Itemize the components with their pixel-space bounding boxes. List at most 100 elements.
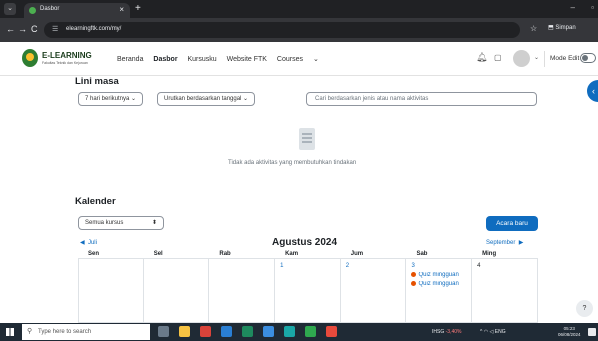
minimize-icon[interactable]: – [570,3,574,12]
timeline-sort-dropdown[interactable]: Urutkan berdasarkan tanggal ⌄ [157,92,256,106]
calendar-event[interactable]: Quiz mingguan [411,281,466,287]
file-explorer-icon[interactable] [178,326,190,337]
timeline-search-input[interactable]: Cari berdasarkan jenis atau nama aktivit… [306,92,537,106]
prev-month-link[interactable]: ◀ Juli [80,239,97,246]
site-info-icon[interactable]: ☰ [52,25,58,33]
calendar-event[interactable]: Quiz mingguan [411,272,466,278]
day-number[interactable]: 2 [346,263,349,269]
calendar-course-select[interactable]: Semua kursus ⬍ [78,216,164,230]
network-icon[interactable]: ◠ [484,329,488,335]
store-icon[interactable] [220,326,232,337]
sort-label: Urutkan berdasarkan tanggal [164,96,242,102]
notification-bell-icon[interactable]: 🔔︎ [476,52,487,63]
quiz-icon [411,272,417,277]
volume-icon[interactable]: ◁ [490,329,494,335]
calendar-day-cell [209,259,276,323]
calendar-week-row: 1 2 3 Quiz mingguan Quiz mingguan 4 [78,259,538,323]
quiz-icon [411,281,417,287]
taskbar-apps [158,326,345,337]
brand-subtitle: Fakultas Teknik dan Kejuruan [42,61,88,65]
user-avatar[interactable] [513,50,530,67]
messages-icon[interactable]: ▢ [494,53,502,62]
new-event-button[interactable]: Acara baru [486,216,538,231]
browser-tabbar: ⌄ Dasbor × + – ▫ [0,0,598,18]
system-clock[interactable]: 05:23 06/08/2024 [558,326,581,338]
navbar-divider [544,51,545,67]
calendar-day-cell[interactable]: 3 Quiz mingguan Quiz mingguan [406,259,473,323]
task-view-icon[interactable] [158,326,169,337]
calendar-day-cell[interactable]: 1 [275,259,341,323]
bookmark-star-icon[interactable]: ☆ [530,24,537,33]
calendar-grid: Sen Sel Rab Kam Jum Sab Ming 1 2 3 Quiz … [78,249,538,323]
os-taskbar: ⚲ Type here to search IHSG -3,40% ^ ◠ ◁ … [0,323,598,341]
saved-profile-button[interactable]: ⬒ Simpan [548,24,576,31]
weekday-sun: Ming [482,251,497,257]
browser-tab[interactable]: Dasbor × [24,3,130,18]
chrome-icon[interactable] [304,326,316,337]
forward-icon[interactable]: → [18,24,27,34]
primary-navigation: Beranda Dasbor Kursusku Website FTK Cour… [117,55,327,63]
nav-website[interactable]: Website FTK [227,56,267,63]
event-title: Quiz mingguan [418,272,459,279]
excel-icon[interactable] [241,326,253,337]
day-number[interactable]: 3 [411,263,414,269]
calendar-heading: Kalender [75,196,116,207]
window-controls: – ▫ [556,3,594,12]
mail-icon[interactable] [262,326,274,337]
select-caret-icon: ⬍ [151,220,157,226]
calendar-day-cell[interactable]: 2 [340,259,407,323]
user-menu-caret-icon[interactable]: ⌄ [534,54,539,61]
stock-widget[interactable]: IHSG -3,40% [432,329,461,335]
next-month-link[interactable]: September ▶ [486,239,523,246]
help-icon[interactable]: ? [576,300,593,317]
language-indicator[interactable]: ENG [495,329,506,335]
nav-dashboard[interactable]: Dasbor [153,56,177,63]
address-bar[interactable]: ☰ elearningftk.com/my/ [44,22,520,38]
day-number[interactable]: 1 [280,263,283,269]
weekday-tue: Sel [153,251,163,257]
taskbar-search-placeholder: Type here to search [38,329,92,335]
chrome-profile-icon[interactable] [325,326,337,337]
back-icon[interactable]: ← [6,24,15,34]
favicon-icon [29,7,36,14]
calendar-day-cell [143,259,210,323]
calendar-day-cell[interactable]: 4 [472,259,538,323]
nav-courses-dropdown[interactable]: Courses ⌄ [277,56,319,63]
system-tray: ^ ◠ ◁ ENG [480,329,506,335]
day-filter-label: 7 hari berikutnya [85,96,130,102]
new-tab-button[interactable]: + [135,3,141,14]
timeline-empty-message: Tidak ada aktivitas yang membutuhkan tin… [228,160,357,166]
maximize-icon[interactable]: ▫ [591,3,594,12]
url-text: elearningftk.com/my/ [66,26,122,32]
tray-expand-icon[interactable]: ^ [480,329,482,335]
close-tab-icon[interactable]: × [119,5,124,14]
nav-courses-label: Courses [276,56,303,63]
taskbar-search-input[interactable]: ⚲ Type here to search [22,324,150,340]
reload-icon[interactable]: C [31,24,38,34]
weekday-fri: Jum [350,251,364,257]
calendar-day-cell [78,259,144,323]
browser-toolbar: ← → C ☰ elearningftk.com/my/ ☆ ⬒ Simpan [0,18,598,42]
stock-change: -3,40% [445,329,462,335]
site-navbar: E-LEARNING Fakultas Teknik dan Kejuruan … [0,42,598,76]
event-title: Quiz mingguan [418,281,459,288]
weekday-mon: Sen [88,251,100,257]
calendar-weekday-header: Sen Sel Rab Kam Jum Sab Ming [78,249,538,259]
timeline-day-filter[interactable]: 7 hari berikutnya ⌄ [78,92,144,106]
notification-center-icon[interactable] [588,328,596,336]
edge-icon[interactable] [283,326,295,337]
stock-name: IHSG [432,329,445,335]
nav-my-courses[interactable]: Kursusku [188,56,217,63]
windows-start-icon[interactable] [6,328,14,336]
calendar-month-title: Agustus 2024 [272,237,338,248]
office-icon[interactable] [199,326,211,337]
day-number[interactable]: 4 [477,263,480,269]
site-logo-icon[interactable] [22,49,38,67]
timeline-heading: Lini masa [75,76,119,87]
saved-label: Simpan [555,25,576,31]
empty-activity-icon [299,128,315,150]
edit-mode-toggle[interactable] [580,53,596,63]
tab-search-icon[interactable]: ⌄ [4,3,16,15]
weekday-thu: Kam [285,251,299,257]
nav-home[interactable]: Beranda [117,56,143,63]
